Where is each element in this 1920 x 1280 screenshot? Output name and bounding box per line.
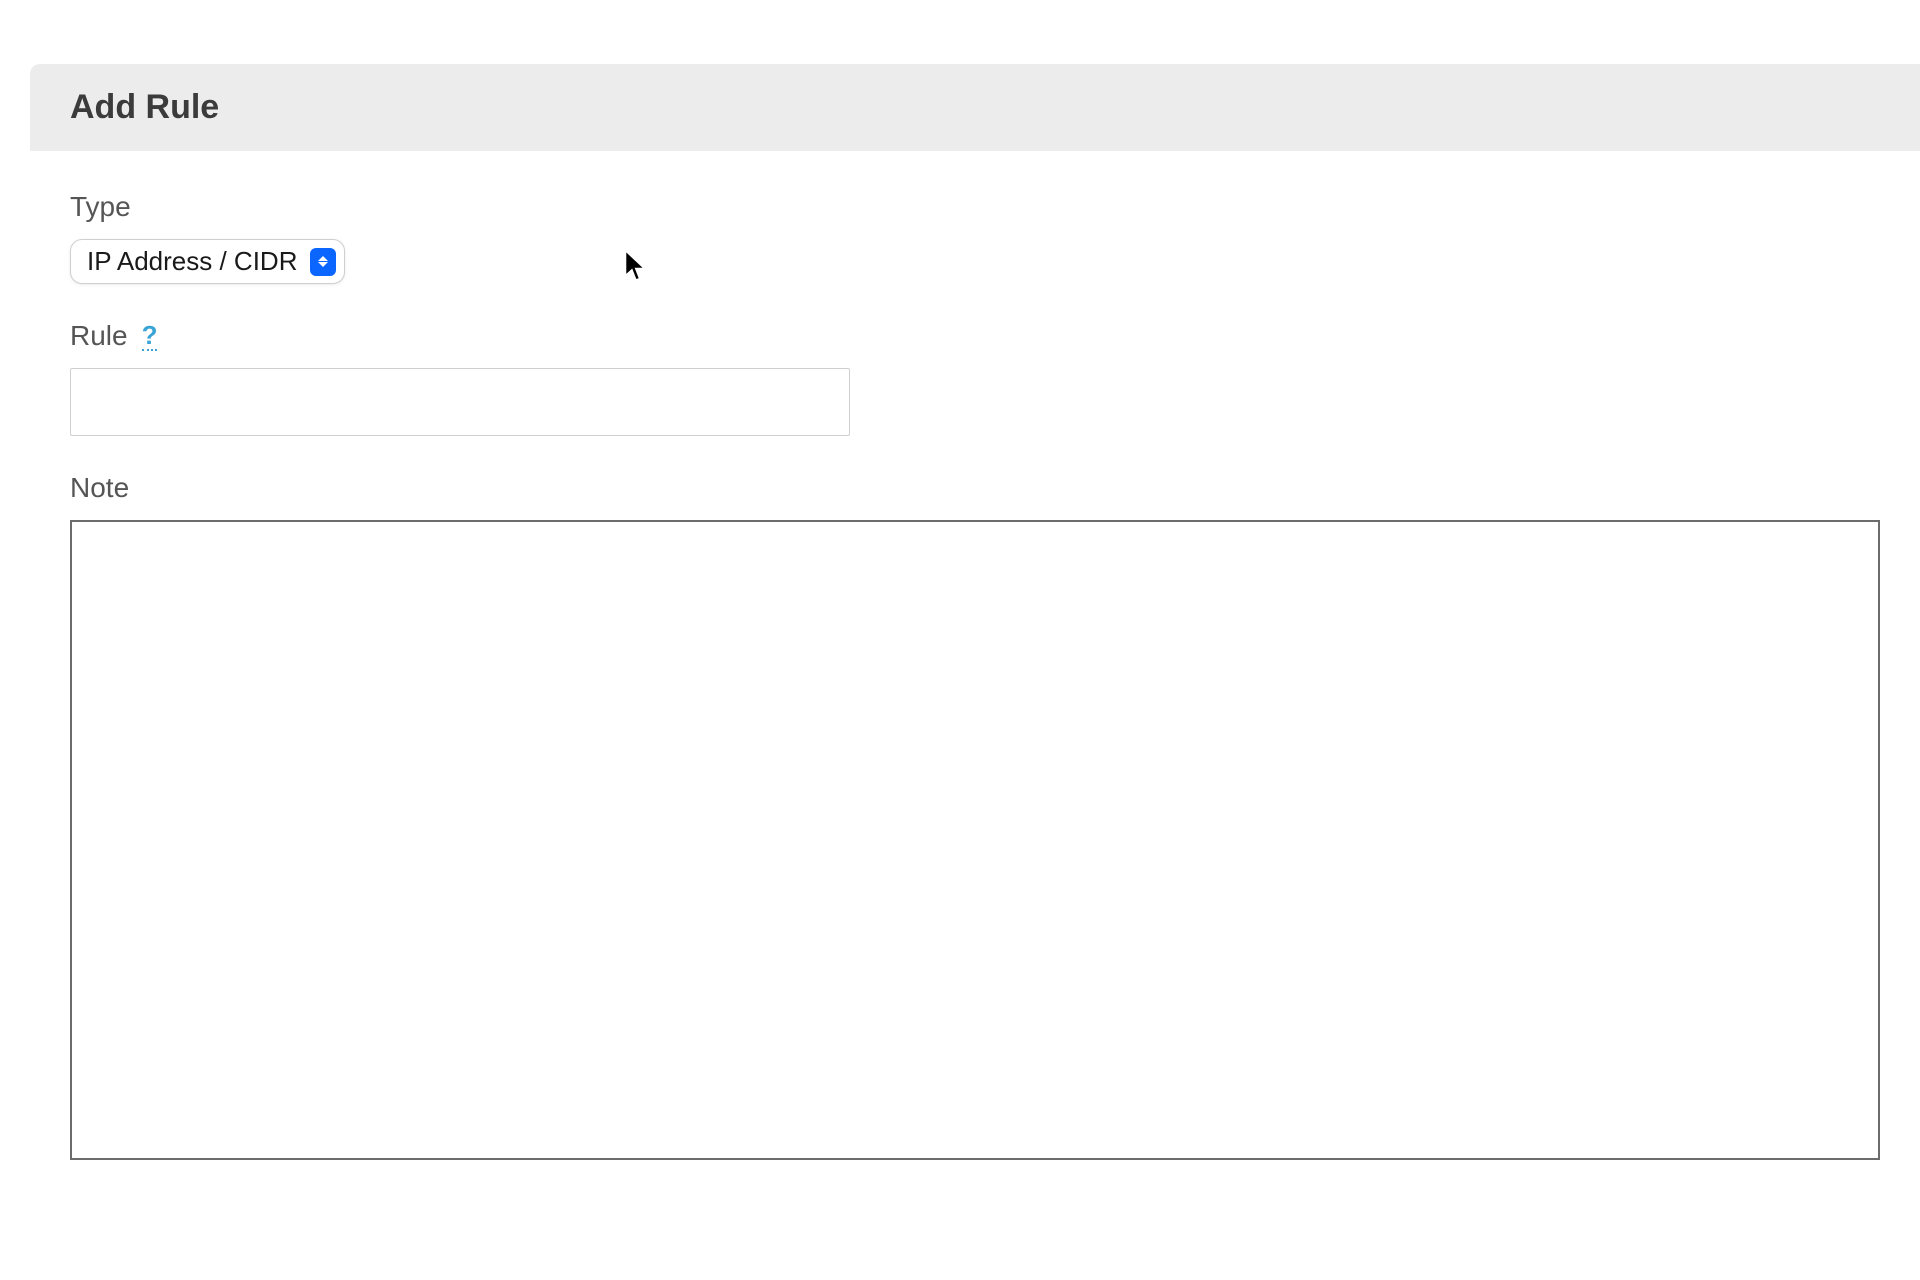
field-group-rule: Rule ? (70, 320, 1880, 436)
type-label-row: Type (70, 191, 1880, 223)
add-rule-panel: Add Rule Type IP Address / CIDR Rule ? (30, 64, 1920, 1205)
type-select-value: IP Address / CIDR (87, 246, 298, 277)
chevron-up-down-icon (310, 248, 336, 276)
note-label: Note (70, 472, 129, 504)
help-icon[interactable]: ? (142, 322, 158, 351)
note-label-row: Note (70, 472, 1880, 504)
panel-header: Add Rule (30, 64, 1920, 151)
type-label: Type (70, 191, 131, 223)
type-select[interactable]: IP Address / CIDR (70, 239, 345, 284)
field-group-type: Type IP Address / CIDR (70, 191, 1880, 284)
panel-body: Type IP Address / CIDR Rule ? Note (30, 151, 1920, 1205)
panel-title: Add Rule (70, 88, 1880, 127)
note-textarea[interactable] (70, 520, 1880, 1160)
rule-label-row: Rule ? (70, 320, 1880, 352)
field-group-note: Note (70, 472, 1880, 1165)
rule-label: Rule (70, 320, 128, 352)
rule-input[interactable] (70, 368, 850, 436)
